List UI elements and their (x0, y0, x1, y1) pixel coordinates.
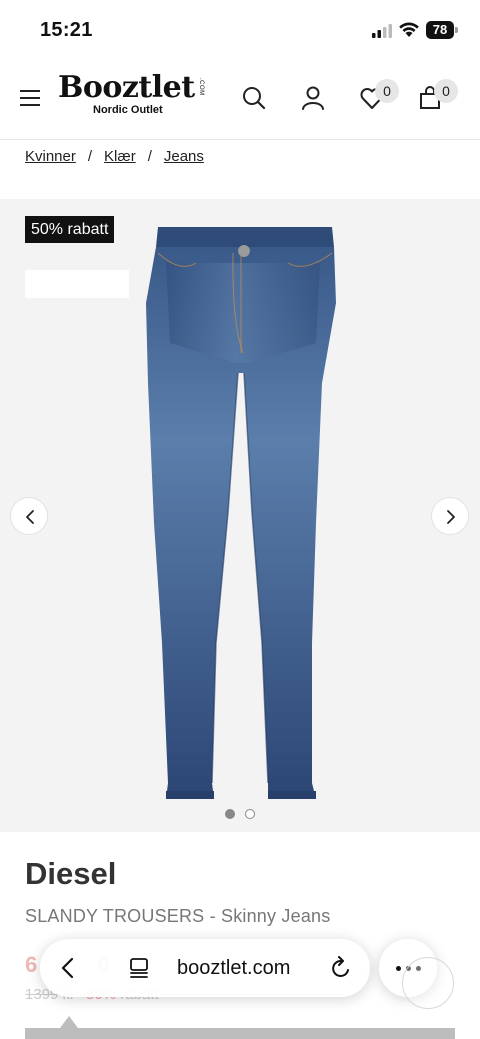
breadcrumb: Kvinner / Klær / Jeans (25, 145, 204, 167)
product-title: SLANDY TROUSERS - Skinny Jeans (25, 906, 331, 926)
floating-action-circle[interactable] (402, 957, 454, 1009)
tab-overview-icon[interactable] (128, 957, 150, 979)
logo-wordmark: Booztlet (58, 70, 195, 105)
prev-image-button[interactable] (10, 497, 48, 535)
site-header: Booztlet .COM Nordic Outlet 0 0 (0, 60, 480, 140)
browser-address-bar[interactable]: booztlet.com (40, 939, 370, 997)
price-partial: 6 (25, 952, 38, 977)
site-logo[interactable]: Booztlet .COM Nordic Outlet (58, 70, 208, 120)
status-bar: 15:21 78 (0, 0, 480, 60)
status-time: 15:21 (40, 19, 93, 41)
wifi-icon (399, 22, 419, 37)
size-selector-bar[interactable] (25, 1028, 455, 1039)
menu-icon[interactable] (20, 90, 40, 106)
breadcrumb-item-kvinner[interactable]: Kvinner (25, 148, 76, 165)
label-placeholder (25, 270, 129, 298)
search-icon[interactable] (240, 84, 270, 114)
back-arrow-icon[interactable] (60, 957, 76, 979)
battery-icon: 78 (426, 21, 458, 39)
browser-url[interactable]: booztlet.com (177, 957, 290, 980)
reload-icon[interactable] (330, 956, 352, 980)
chevron-right-icon (447, 510, 455, 524)
pagination-dot-active[interactable] (225, 809, 235, 819)
breadcrumb-separator: / (147, 147, 152, 165)
account-icon[interactable] (299, 84, 329, 114)
breadcrumb-item-klaer[interactable]: Klær (104, 148, 136, 165)
logo-suffix: .COM (198, 78, 204, 96)
cart-count-badge: 0 (434, 79, 458, 103)
logo-subtitle: Nordic Outlet (93, 104, 163, 116)
signal-icon (372, 24, 392, 38)
wishlist-count-badge: 0 (375, 79, 399, 103)
product-image-jeans[interactable] (140, 223, 340, 809)
size-selector-caret (60, 1016, 78, 1028)
breadcrumb-item-jeans[interactable]: Jeans (164, 148, 204, 165)
breadcrumb-separator: / (87, 147, 93, 165)
chevron-left-icon (26, 510, 34, 524)
pagination-dot[interactable] (245, 809, 255, 819)
battery-level: 78 (426, 21, 454, 39)
next-image-button[interactable] (431, 497, 469, 535)
product-brand[interactable]: Diesel (25, 856, 116, 892)
product-gallery[interactable]: 50% rabatt (0, 199, 480, 832)
discount-badge: 50% rabatt (25, 216, 115, 243)
gallery-pagination (222, 809, 262, 821)
